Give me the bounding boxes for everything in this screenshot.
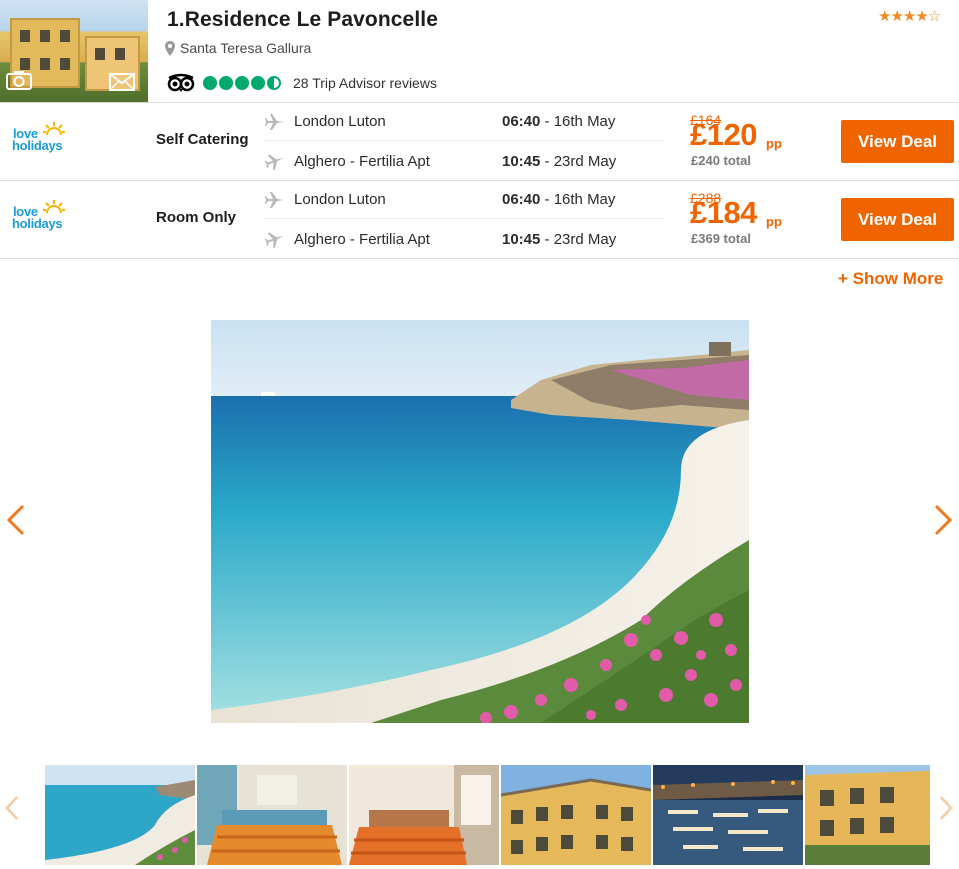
main-gallery-image[interactable] xyxy=(211,320,749,723)
departure-time: 06:40 xyxy=(502,113,541,130)
rating-bubble xyxy=(219,76,233,90)
rating-bubble xyxy=(267,76,281,90)
star-rating: ★★★★☆ xyxy=(878,8,941,25)
mail-icon[interactable] xyxy=(109,72,135,92)
plane-icon xyxy=(265,113,284,130)
return-airport: Alghero - Fertilia Apt xyxy=(294,230,430,248)
return-time: 10:45 xyxy=(502,230,541,248)
thumbnail-building-2[interactable] xyxy=(805,765,930,865)
departure-date: - 16th May xyxy=(540,191,616,208)
plane-icon xyxy=(265,191,284,208)
sun-icon xyxy=(43,200,65,214)
tripadvisor-rating: 28 Trip Advisor reviews xyxy=(166,73,437,93)
rating-bubble xyxy=(251,76,265,90)
loveholidays-logo: love holidays xyxy=(12,200,72,237)
thumbnail-bedroom-2[interactable] xyxy=(349,765,499,865)
tripadvisor-reviews-link[interactable]: 28 Trip Advisor reviews xyxy=(293,75,437,91)
hotel-header: 1.Residence Le Pavoncelle ★★★★☆ Santa Te… xyxy=(0,0,959,103)
departure-airport: London Luton xyxy=(294,191,386,208)
view-deal-button[interactable]: View Deal xyxy=(841,120,954,163)
thumbnail-harbour-night[interactable] xyxy=(653,765,803,865)
hotel-title[interactable]: 1.Residence Le Pavoncelle xyxy=(167,8,438,32)
return-flight: Alghero - Fertilia Apt 10:45 - 23rd May xyxy=(265,220,665,258)
tripadvisor-owl-icon xyxy=(167,73,195,92)
return-time: 10:45 xyxy=(502,152,541,170)
map-pin-icon xyxy=(165,40,175,56)
chevron-right-icon[interactable] xyxy=(932,503,954,537)
view-deal-button[interactable]: View Deal xyxy=(841,198,954,241)
board-type: Room Only xyxy=(156,209,237,226)
return-airport: Alghero - Fertilia Apt xyxy=(294,152,430,170)
hotel-thumbnail[interactable] xyxy=(0,0,148,103)
return-date: - 23rd May xyxy=(540,230,617,248)
tripadvisor-bubbles xyxy=(203,76,281,90)
location-text: Santa Teresa Gallura xyxy=(180,40,312,56)
thumbnail-bedroom-1[interactable] xyxy=(197,765,347,865)
chevron-left-icon[interactable] xyxy=(5,503,27,537)
price-per-person: £184 xyxy=(690,195,757,230)
logo-text-holidays: holidays xyxy=(12,138,63,153)
board-type: Self Catering xyxy=(156,131,249,148)
rating-bubble xyxy=(203,76,217,90)
total-price: £369 total xyxy=(691,231,751,246)
loveholidays-logo: love holidays xyxy=(12,122,72,159)
departure-airport: London Luton xyxy=(294,113,386,130)
plane-icon xyxy=(265,154,284,170)
thumbnail-strip xyxy=(45,765,930,865)
return-flight: Alghero - Fertilia Apt 10:45 - 23rd May xyxy=(265,142,665,180)
camera-icon[interactable] xyxy=(6,70,32,90)
sun-icon xyxy=(43,122,65,136)
per-person-label: pp xyxy=(766,136,782,151)
thumbnail-beach[interactable] xyxy=(45,765,195,865)
deal-row: love holidays Room Only London Luton 06:… xyxy=(0,180,959,259)
price-per-person: £120 xyxy=(690,117,757,152)
show-more-link[interactable]: + Show More xyxy=(838,269,943,289)
thumbnail-prev-icon[interactable] xyxy=(4,795,20,821)
thumbnail-building-1[interactable] xyxy=(501,765,651,865)
thumbnail-next-icon[interactable] xyxy=(938,795,954,821)
departure-time: 06:40 xyxy=(502,191,541,208)
total-price: £240 total xyxy=(691,153,751,168)
deal-row: love holidays Self Catering London Luton… xyxy=(0,102,959,180)
return-date: - 23rd May xyxy=(540,152,617,170)
logo-text-holidays: holidays xyxy=(12,216,63,231)
rating-bubble xyxy=(235,76,249,90)
per-person-label: pp xyxy=(766,214,782,229)
hotel-location: Santa Teresa Gallura xyxy=(165,40,311,56)
departure-date: - 16th May xyxy=(540,113,616,130)
plane-icon xyxy=(265,232,284,248)
outbound-flight: London Luton 06:40 - 16th May xyxy=(265,103,665,141)
outbound-flight: London Luton 06:40 - 16th May xyxy=(265,181,665,219)
